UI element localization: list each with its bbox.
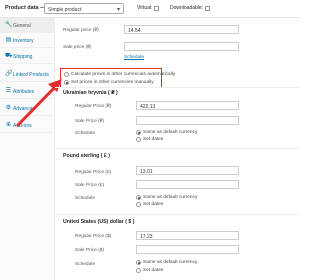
tab-shipping[interactable]: ⛟ Shipping bbox=[0, 49, 55, 64]
uah-dates-label: Set dates bbox=[143, 137, 164, 142]
usd-dates-radio[interactable] bbox=[136, 268, 141, 273]
uah-sale-label: Sale Price (₴) bbox=[75, 119, 105, 124]
manual-currency-option[interactable]: Set prices in other currencies manually bbox=[64, 80, 154, 85]
usd-regular-value: 17.23 bbox=[140, 233, 153, 240]
usd-sale-input[interactable] bbox=[136, 245, 239, 254]
currency-mode-callout: Calculate prices in other currencies aut… bbox=[60, 68, 175, 88]
gbp-same-label: Same as default currency bbox=[143, 195, 198, 200]
tab-advanced[interactable]: ⚙ Advanced bbox=[0, 101, 55, 116]
downloadable-checkbox[interactable] bbox=[205, 5, 211, 11]
gbp-sale-label: Sale Price (£) bbox=[75, 183, 105, 188]
gear-icon: ⚙ bbox=[5, 105, 12, 111]
tab-inventory[interactable]: ▤ Inventory bbox=[0, 33, 55, 48]
tab-label: General bbox=[13, 23, 31, 29]
virtual-checkbox[interactable] bbox=[154, 5, 160, 11]
currency-title-gbp: Pound sterling ( £ ) bbox=[63, 153, 110, 159]
section-divider bbox=[55, 214, 300, 215]
product-data-header: Product data — Simple product ▾ Virtual:… bbox=[0, 0, 300, 18]
currency-title-usd: United States (US) dollar ( $ ) bbox=[63, 219, 135, 225]
virtual-label: Virtual: bbox=[137, 5, 153, 11]
usd-regular-label: Regular Price ($) bbox=[75, 234, 112, 239]
tab-label: Shipping bbox=[13, 54, 33, 60]
tab-label: Linked Products bbox=[13, 72, 49, 78]
gbp-same-option[interactable]: Same as default currency bbox=[136, 195, 197, 200]
tab-general[interactable]: 🔧 General bbox=[0, 18, 55, 33]
usd-same-radio[interactable] bbox=[136, 260, 141, 265]
virtual-option: Virtual: bbox=[137, 5, 160, 11]
uah-dates-option[interactable]: Set dates bbox=[136, 137, 163, 142]
gbp-dates-label: Set dates bbox=[143, 202, 164, 207]
section-divider bbox=[55, 87, 300, 88]
gbp-regular-input[interactable]: 13.01 bbox=[136, 166, 239, 175]
gbp-regular-value: 13.01 bbox=[140, 168, 153, 175]
manual-currency-label: Set prices in other currencies manually bbox=[71, 80, 154, 85]
tab-add-ons[interactable]: ⊕ Add-ons bbox=[0, 118, 55, 133]
downloadable-option: Downloadable: bbox=[170, 5, 211, 11]
currency-title-uah: Ukrainian hryvnia ( ₴ ) bbox=[63, 90, 118, 96]
product-data-tabs: 🔧 General ▤ Inventory ⛟ Shipping 🔗 Linke… bbox=[0, 18, 55, 280]
schedule-link[interactable]: Schedule bbox=[124, 55, 144, 60]
uah-same-radio[interactable] bbox=[136, 130, 141, 135]
list-icon: ☰ bbox=[5, 88, 12, 94]
manual-currency-radio[interactable] bbox=[64, 80, 69, 85]
regular-price-input[interactable]: 14.54 bbox=[124, 25, 239, 34]
uah-regular-value: 422.13 bbox=[140, 103, 156, 110]
auto-currency-option[interactable]: Calculate prices in other currencies aut… bbox=[64, 72, 175, 77]
sale-price-input[interactable] bbox=[124, 42, 239, 51]
link-icon: 🔗 bbox=[5, 71, 13, 77]
sale-price-label: Sale price (₴) bbox=[63, 45, 92, 50]
gbp-same-radio[interactable] bbox=[136, 195, 141, 200]
regular-price-label: Regular price (₴) bbox=[63, 28, 99, 33]
clipboard-icon: ▤ bbox=[5, 37, 12, 43]
tab-label: Attributes bbox=[13, 89, 35, 95]
chevron-down-icon: ▾ bbox=[116, 6, 120, 13]
plus-icon: ⊕ bbox=[5, 122, 12, 128]
uah-same-option[interactable]: Same as default currency bbox=[136, 130, 197, 135]
gbp-schedule-label: Schedule bbox=[75, 196, 96, 201]
uah-regular-label: Regular Price (₴) bbox=[75, 104, 112, 109]
gbp-dates-radio[interactable] bbox=[136, 202, 141, 207]
usd-same-label: Same as default currency bbox=[143, 260, 198, 265]
uah-schedule-label: Schedule bbox=[75, 131, 96, 136]
wrench-icon: 🔧 bbox=[5, 22, 13, 28]
product-data-title: Product data — bbox=[5, 5, 46, 11]
tab-label: Add-ons bbox=[13, 123, 32, 129]
usd-sale-label: Sale Price ($) bbox=[75, 248, 105, 253]
product-type-select[interactable]: Simple product ▾ bbox=[44, 3, 124, 14]
tab-attributes[interactable]: ☰ Attributes bbox=[0, 84, 55, 99]
usd-schedule-label: Schedule bbox=[75, 262, 96, 267]
truck-icon: ⛟ bbox=[5, 53, 13, 59]
downloadable-label: Downloadable: bbox=[170, 5, 204, 11]
auto-currency-radio[interactable] bbox=[64, 72, 69, 77]
uah-regular-input[interactable]: 422.13 bbox=[136, 101, 239, 110]
gbp-regular-label: Regular Price (£) bbox=[75, 170, 112, 175]
usd-dates-option[interactable]: Set dates bbox=[136, 268, 163, 273]
product-type-value: Simple product bbox=[48, 6, 82, 13]
gbp-dates-option[interactable]: Set dates bbox=[136, 202, 163, 207]
tab-label: Advanced bbox=[13, 106, 36, 112]
uah-same-label: Same as default currency bbox=[143, 130, 198, 135]
uah-dates-radio[interactable] bbox=[136, 137, 141, 142]
usd-dates-label: Set dates bbox=[143, 268, 164, 273]
gbp-sale-input[interactable] bbox=[136, 180, 239, 189]
uah-sale-input[interactable] bbox=[136, 116, 239, 125]
section-divider bbox=[55, 148, 300, 149]
tab-label: Inventory bbox=[13, 38, 34, 44]
tab-linked-products[interactable]: 🔗 Linked Products bbox=[0, 67, 55, 82]
auto-currency-label: Calculate prices in other currencies aut… bbox=[71, 72, 176, 77]
usd-same-option[interactable]: Same as default currency bbox=[136, 260, 197, 265]
usd-regular-input[interactable]: 17.23 bbox=[136, 231, 239, 240]
regular-price-value: 14.54 bbox=[128, 27, 141, 34]
